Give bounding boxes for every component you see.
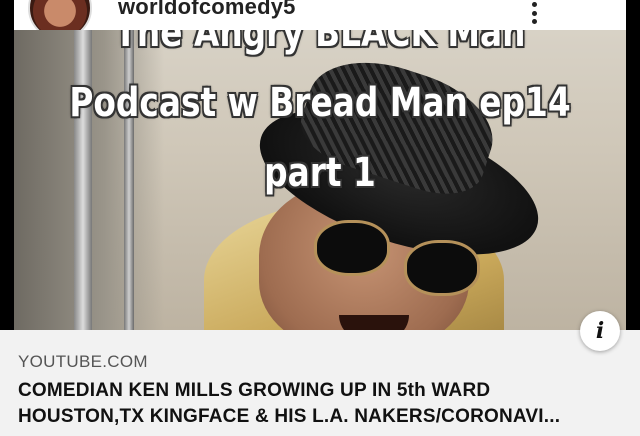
kebab-dot <box>531 2 537 7</box>
right-border <box>626 0 640 330</box>
thumbnail-title-line: The Angry BLACK Man <box>114 30 526 56</box>
info-icon[interactable]: i <box>580 311 620 351</box>
kebab-dot <box>531 19 537 24</box>
link-title-line-2: HOUSTON,TX KINGFACE & HIS L.A. NAKERS/CO… <box>18 406 561 427</box>
kebab-dot <box>531 10 537 16</box>
thumbnail-mouth <box>339 315 409 330</box>
left-border <box>0 0 14 330</box>
sunglasses-right <box>404 240 480 296</box>
video-thumbnail[interactable]: The Angry BLACK Man Podcast w Bread Man … <box>14 30 626 330</box>
kebab-menu-icon[interactable] <box>526 2 542 24</box>
sunglasses-left <box>314 220 390 276</box>
channel-name[interactable]: worldofcomedy5 <box>118 0 296 20</box>
thumbnail-title-line: part 1 <box>264 150 376 196</box>
link-title[interactable]: COMEDIAN KEN MILLS GROWING UP IN 5th WAR… <box>18 378 628 430</box>
thumbnail-title-line: Podcast w Bread Man ep14 <box>69 80 571 126</box>
link-title-line-1: COMEDIAN KEN MILLS GROWING UP IN 5th WAR… <box>18 380 491 401</box>
link-domain: YOUTUBE.COM <box>18 352 148 371</box>
